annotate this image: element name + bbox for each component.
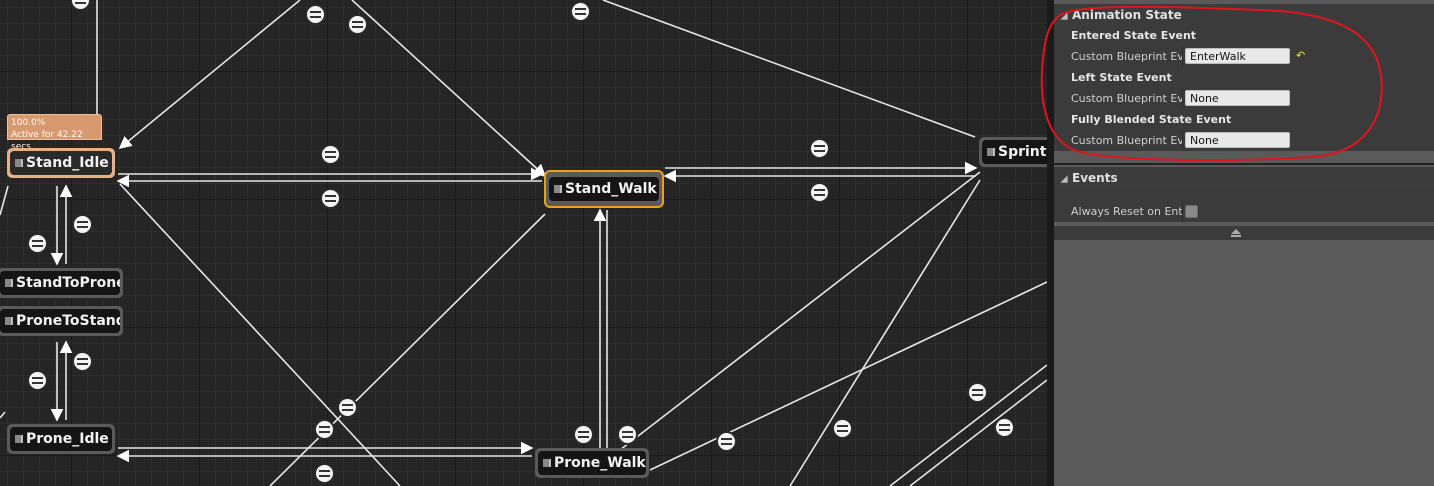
details-panel: Animation State Entered State Event Cust… <box>1054 0 1434 486</box>
transition-rule-icon[interactable] <box>322 146 339 163</box>
state-node-label: ProneToStand <box>0 309 120 333</box>
transition-rule-icon[interactable] <box>316 465 333 482</box>
column-divider <box>1182 201 1183 222</box>
state-node-prone-idle[interactable]: Prone_Idle <box>7 424 115 454</box>
transition-rule-icon[interactable] <box>619 426 636 443</box>
transition-rule-icon[interactable] <box>834 420 851 437</box>
transition-rule-icon[interactable] <box>29 235 46 252</box>
state-node-sprint[interactable]: Sprint <box>979 137 1047 167</box>
property-label: Custom Blueprint Event <box>1071 92 1182 105</box>
transition-rule-icon[interactable] <box>572 3 589 20</box>
state-node-stand-idle[interactable]: Stand_Idle <box>7 148 115 178</box>
reset-to-default-icon[interactable]: ↶ <box>1296 49 1305 63</box>
state-machine-graph[interactable]: 100.0% Active for 42.22 secs Stand_Idle … <box>0 0 1047 486</box>
collapse-arrow-icon <box>1060 174 1068 183</box>
state-node-label: Sprint <box>982 140 1047 164</box>
category-title: Events <box>1072 171 1118 185</box>
row-left-custom-event: Custom Blueprint Event None <box>1054 88 1434 109</box>
group-left-state-event: Left State Event <box>1054 67 1434 88</box>
category-title: Animation State <box>1072 8 1182 22</box>
state-node-stand-to-prone[interactable]: StandToProne <box>0 268 123 298</box>
row-entered-custom-event: Custom Blueprint Event EnterWalk ↶ <box>1054 46 1434 67</box>
expand-bar-icon <box>1231 235 1241 237</box>
transition-rule-icon[interactable] <box>307 6 324 23</box>
transition-rule-icon[interactable] <box>996 419 1013 436</box>
property-label: Custom Blueprint Event <box>1071 134 1182 147</box>
entered-event-field[interactable]: EnterWalk <box>1185 48 1290 64</box>
state-node-stand-walk[interactable]: Stand_Walk <box>544 170 664 208</box>
transition-rule-icon[interactable] <box>718 433 735 450</box>
expand-up-icon <box>1231 229 1241 234</box>
row-blended-custom-event: Custom Blueprint Event None <box>1054 130 1434 151</box>
state-node-prone-walk[interactable]: Prone_Walk <box>535 448 649 478</box>
collapse-arrow-icon <box>1060 11 1068 20</box>
state-node-label: Stand_Idle <box>10 151 112 175</box>
column-divider <box>1182 46 1183 67</box>
transition-rule-icon[interactable] <box>316 421 333 438</box>
category-animation-state[interactable]: Animation State <box>1054 4 1434 26</box>
state-node-label: StandToProne <box>0 271 120 295</box>
transition-rule-icon[interactable] <box>811 184 828 201</box>
state-node-label: Stand_Walk <box>549 177 659 201</box>
category-separator <box>1054 163 1434 165</box>
transition-rule-icon[interactable] <box>969 384 986 401</box>
active-state-tooltip: 100.0% Active for 42.22 secs <box>7 114 102 152</box>
transition-rule-icon[interactable] <box>339 399 356 416</box>
transition-rule-icon[interactable] <box>74 216 91 233</box>
state-node-label: Prone_Idle <box>10 427 112 451</box>
column-divider <box>1182 88 1183 109</box>
property-label: Custom Blueprint Event <box>1071 50 1182 63</box>
column-divider <box>1182 130 1183 151</box>
transition-rule-icon[interactable] <box>575 426 592 443</box>
advanced-fold[interactable] <box>1054 226 1434 240</box>
transition-rule-icon[interactable] <box>322 190 339 207</box>
transition-rule-icon[interactable] <box>811 140 828 157</box>
group-fully-blended-state-event: Fully Blended State Event <box>1054 109 1434 130</box>
always-reset-checkbox[interactable] <box>1185 205 1198 218</box>
tooltip-percent: 100.0% <box>11 118 46 128</box>
row-always-reset-on-entry: Always Reset on Entry <box>1054 201 1434 222</box>
blended-event-field[interactable]: None <box>1185 132 1290 148</box>
state-node-prone-to-stand[interactable]: ProneToStand <box>0 306 123 336</box>
events-spacer <box>1054 189 1434 201</box>
transition-lines <box>0 0 1047 486</box>
property-label: Always Reset on Entry <box>1071 205 1182 218</box>
transition-rule-icon[interactable] <box>349 16 366 33</box>
transition-rule-icon[interactable] <box>29 372 46 389</box>
group-entered-state-event: Entered State Event <box>1054 25 1434 46</box>
transition-rule-icon[interactable] <box>74 353 91 370</box>
left-event-field[interactable]: None <box>1185 90 1290 106</box>
panel-splitter[interactable] <box>1047 0 1054 486</box>
state-node-label: Prone_Walk <box>538 451 646 475</box>
category-events[interactable]: Events <box>1054 167 1434 189</box>
